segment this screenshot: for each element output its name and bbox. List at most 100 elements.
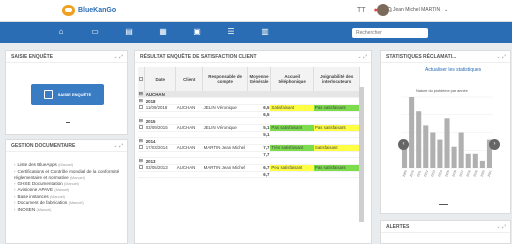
checkbox[interactable] bbox=[139, 105, 143, 110]
year-row[interactable]: ⊟ 2014 bbox=[138, 137, 360, 145]
responsable-cell: MARTIN Jean Michel bbox=[202, 144, 248, 152]
year-row[interactable]: ⊟ 2018 bbox=[138, 97, 360, 105]
home-icon[interactable]: ⌂ bbox=[55, 27, 67, 36]
chevron-right-icon: › bbox=[14, 168, 16, 174]
year-label: 2014 bbox=[144, 137, 360, 145]
column-header[interactable]: Joignabilité des interlocuteurs bbox=[313, 67, 360, 91]
chart-bar[interactable] bbox=[423, 125, 429, 168]
chart-bar[interactable] bbox=[444, 118, 450, 168]
x-tick-label: 2010 bbox=[409, 169, 415, 177]
saisie-panel: SAISIE ENQUÊTE ⌄ ⤢ SAISIE ENQUÊTE bbox=[5, 50, 128, 135]
button-label: SAISIE ENQUÊTE bbox=[57, 92, 92, 97]
year-row[interactable]: ⊟ 2013 bbox=[138, 157, 360, 165]
checkbox[interactable] bbox=[139, 145, 143, 150]
chart-bar[interactable] bbox=[465, 153, 471, 168]
panel-controls-icon[interactable]: ⌄ ⤢ bbox=[113, 143, 123, 149]
responsable-cell: MARTIN Jean Michel bbox=[202, 164, 248, 172]
list-item[interactable]: › Base instances (Manuel) bbox=[14, 194, 126, 201]
saisie-enquete-button[interactable]: SAISIE ENQUÊTE bbox=[31, 84, 104, 105]
panel-controls-icon[interactable]: ⌄ ⤢ bbox=[496, 54, 506, 60]
list-item[interactable]: › GHSE Documentation (Manuel) bbox=[14, 181, 126, 188]
chart-bar[interactable] bbox=[458, 132, 464, 169]
year-label: 2018 bbox=[144, 97, 360, 105]
chevron-right-icon: › bbox=[14, 200, 16, 206]
chart-bar[interactable] bbox=[437, 139, 443, 168]
scrollbar[interactable] bbox=[359, 87, 364, 222]
chevron-right-icon: › bbox=[14, 180, 16, 186]
column-header[interactable]: Moyenne Générale bbox=[247, 67, 271, 91]
refresh-stats-link[interactable]: Actualiser les statistiques bbox=[425, 67, 481, 73]
column-header[interactable]: Accueil téléphonique bbox=[270, 67, 315, 91]
chart-bar[interactable] bbox=[472, 153, 478, 168]
year-label: 2015 bbox=[144, 117, 360, 125]
table-body: ⊟ AUCHAN ⊟ 2018 11/09/2018 AUCHAN JELIN Vé… bbox=[138, 91, 360, 178]
x-tick-label: 2017 bbox=[458, 169, 464, 177]
chevron-right-icon: › bbox=[14, 187, 16, 193]
subtotal-row[interactable]: 6,7 bbox=[138, 171, 360, 178]
report-icon[interactable]: ▥ bbox=[259, 27, 271, 36]
column-header[interactable]: Responsable de compte bbox=[202, 67, 249, 91]
collapse-bar[interactable] bbox=[66, 122, 70, 123]
checkbox[interactable] bbox=[139, 76, 144, 81]
stats-panel: STATISTIQUES RÉCLAMATI... ⌄ ⤢ Actualiser… bbox=[380, 50, 511, 214]
year-row[interactable]: ⊟ 2015 bbox=[138, 117, 360, 125]
nav-bar: ⌂ ▭ ▤ ▦ ▣ ☰ ▥ bbox=[0, 22, 512, 43]
checkbox-header[interactable] bbox=[138, 67, 146, 91]
gestion-panel: GESTION DOCUMENTAIRE ⌄ ⤢ › Liste des Blue… bbox=[5, 139, 128, 244]
x-tick-label: 2018 bbox=[465, 169, 471, 177]
chart-bar[interactable] bbox=[479, 160, 485, 168]
x-tick-label: 2009 bbox=[402, 169, 408, 177]
x-tick-label: 2020 bbox=[480, 169, 486, 177]
app-name: BlueKanGo bbox=[78, 7, 117, 14]
checkbox[interactable] bbox=[139, 165, 143, 170]
list-item[interactable]: › Certifications et Contrôle mondial de l… bbox=[14, 169, 126, 181]
collapse-bar[interactable] bbox=[439, 204, 448, 205]
chart-bar[interactable] bbox=[416, 111, 422, 168]
panel-controls-icon[interactable]: ⌄ ⤢ bbox=[113, 54, 123, 60]
year-label: 2013 bbox=[144, 157, 360, 165]
resultat-panel: RÉSULTAT ENQUÊTE DE SATISFACTION CLIENT … bbox=[134, 50, 372, 244]
list-item[interactable]: › Avisionne APAVE (Manuel) bbox=[14, 187, 126, 194]
panel-controls-icon[interactable]: ⌄ ⤢ bbox=[496, 224, 506, 230]
chevron-right-icon: › bbox=[14, 206, 16, 212]
panel-title: GESTION DOCUMENTAIRE bbox=[6, 140, 127, 152]
chart-bar[interactable] bbox=[451, 146, 457, 168]
x-tick-label: 2021 bbox=[487, 169, 493, 177]
list-icon[interactable]: ☰ bbox=[225, 27, 237, 36]
calendar-icon[interactable]: ▣ bbox=[191, 27, 203, 36]
tablet-icon[interactable]: ▭ bbox=[89, 27, 101, 36]
list-item[interactable]: › INOSEN (Manuel) bbox=[14, 207, 126, 214]
chevron-down-icon: ⌄ bbox=[444, 7, 449, 13]
panel-title: ALERTES bbox=[381, 221, 510, 233]
document-icon[interactable]: ▤ bbox=[123, 27, 135, 36]
column-header[interactable]: Date bbox=[144, 67, 177, 91]
chevron-right-icon[interactable]: › bbox=[489, 139, 500, 150]
minus-icon: ⊟ bbox=[139, 138, 143, 143]
chart-bar[interactable] bbox=[409, 97, 415, 168]
list-item[interactable]: › Document de fabrication (Manuel) bbox=[14, 200, 126, 207]
alertes-panel: ALERTES ⌄ ⤢ bbox=[380, 220, 511, 244]
font-size-icon[interactable]: TT bbox=[357, 7, 366, 14]
avatar bbox=[377, 4, 389, 16]
x-tick-label: 2012 bbox=[423, 169, 429, 177]
app-logo[interactable]: BlueKanGo bbox=[62, 4, 116, 17]
document-tree: › Liste des BlueApps (Manuel) › Certificat… bbox=[14, 162, 126, 214]
x-tick-label: 2014 bbox=[437, 169, 443, 177]
tablet-icon bbox=[43, 90, 53, 99]
column-header[interactable]: Client bbox=[175, 67, 204, 91]
x-tick-label: 2011 bbox=[416, 170, 422, 178]
chevron-left-icon[interactable]: ‹ bbox=[398, 139, 409, 150]
user-menu[interactable]: Jean Michel MARTIN ⌄ bbox=[377, 4, 448, 16]
user-name: Jean Michel MARTIN bbox=[393, 7, 441, 13]
checkbox[interactable] bbox=[139, 125, 143, 130]
panel-controls-icon[interactable]: ⌄ ⤢ bbox=[357, 54, 367, 60]
grid-icon[interactable]: ▦ bbox=[157, 27, 169, 36]
search-input[interactable] bbox=[352, 28, 428, 38]
minus-icon: ⊟ bbox=[139, 158, 143, 163]
x-tick-label: 2013 bbox=[430, 169, 436, 177]
chart-bar[interactable] bbox=[430, 132, 436, 169]
list-item[interactable]: › Liste des BlueApps (Manuel) bbox=[14, 162, 126, 169]
minus-icon: ⊟ bbox=[139, 91, 143, 96]
bar-chart: 2009 2010 2011 2012 2013 2014 2015 2016 2017 2018… bbox=[401, 96, 493, 178]
x-tick-label: 2016 bbox=[451, 169, 457, 177]
